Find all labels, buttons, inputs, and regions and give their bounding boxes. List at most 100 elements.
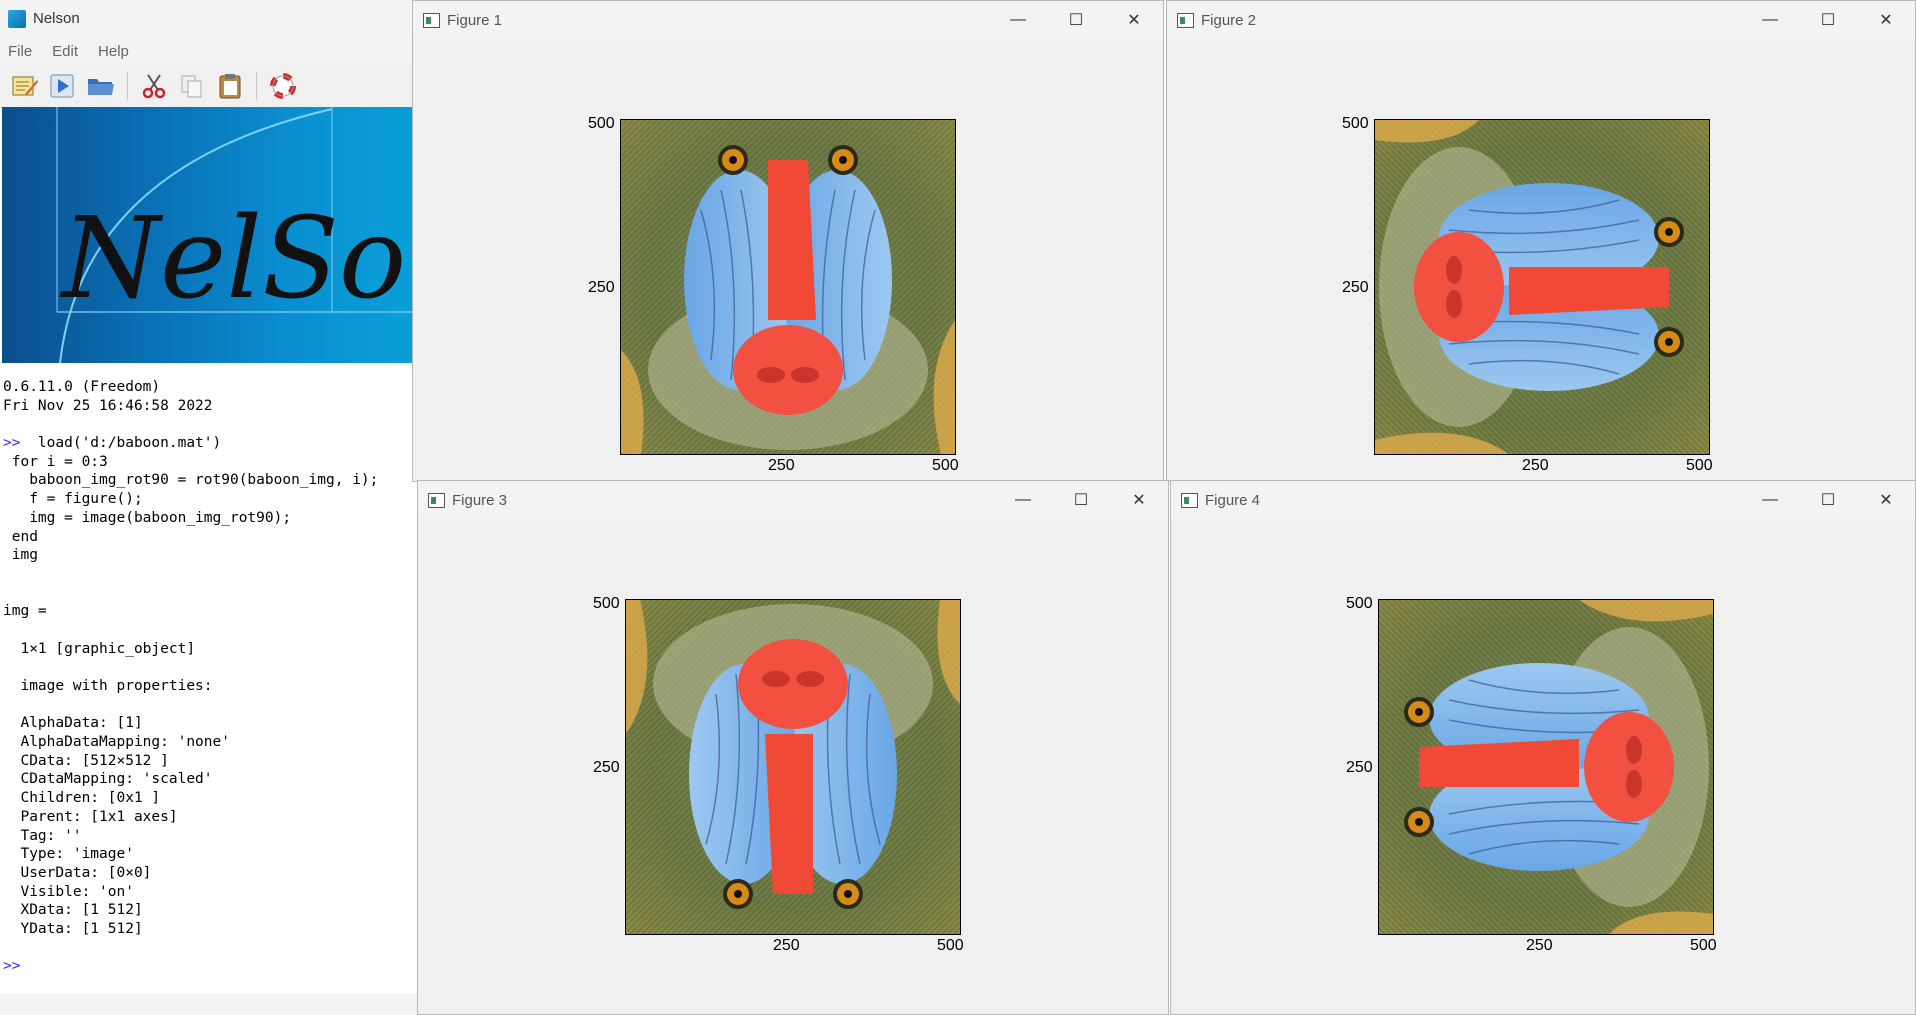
console-line: UserData: [0×0] bbox=[3, 864, 418, 883]
minimize-button[interactable]: — bbox=[989, 1, 1047, 39]
run-icon[interactable] bbox=[48, 71, 78, 101]
console-text: Children: [0x1 ] bbox=[3, 790, 161, 807]
banner-logo-text: NelSon bbox=[59, 194, 418, 324]
figure-titlebar[interactable]: Figure 2 — ☐ ✕ bbox=[1167, 1, 1915, 39]
figure-title: Figure 3 bbox=[452, 491, 508, 509]
y-tick-label: 250 bbox=[593, 759, 620, 776]
console-line: Parent: [1x1 axes] bbox=[3, 808, 418, 827]
image-axes[interactable] bbox=[625, 599, 961, 935]
menu-file[interactable]: File bbox=[8, 43, 32, 60]
console-text: baboon_img_rot90 = rot90(baboon_img, i); bbox=[3, 472, 379, 489]
console-text: img bbox=[3, 547, 38, 564]
figure-window[interactable]: Figure 2 — ☐ ✕ 500 250 250 500 bbox=[1166, 0, 1916, 482]
image-axes[interactable] bbox=[620, 119, 956, 455]
maximize-icon: ☐ bbox=[1820, 492, 1836, 509]
baboon-image bbox=[621, 120, 955, 454]
console-line: CDataMapping: 'scaled' bbox=[3, 770, 418, 789]
console-line: for i = 0:3 bbox=[3, 453, 418, 472]
console-text: for i = 0:3 bbox=[3, 453, 108, 470]
menu-help[interactable]: Help bbox=[98, 43, 129, 60]
close-icon: ✕ bbox=[1879, 492, 1893, 509]
figure-window[interactable]: Figure 3 — ☐ ✕ 500 250 250 500 bbox=[417, 480, 1169, 1015]
console-line: Tag: '' bbox=[3, 827, 418, 846]
maximize-button[interactable]: ☐ bbox=[1799, 1, 1857, 39]
console-text: load('d:/baboon.mat') bbox=[20, 435, 222, 452]
console-line: Type: 'image' bbox=[3, 845, 418, 864]
minimize-button[interactable]: — bbox=[1741, 1, 1799, 39]
console-line: AlphaDataMapping: 'none' bbox=[3, 733, 418, 752]
console-text: AlphaDataMapping: 'none' bbox=[3, 734, 230, 751]
y-tick-label: 500 bbox=[1342, 115, 1369, 132]
x-tick-label: 500 bbox=[1690, 937, 1717, 954]
cut-icon[interactable] bbox=[139, 71, 169, 101]
x-tick-label: 500 bbox=[1686, 457, 1713, 474]
console-line: Visible: 'on' bbox=[3, 883, 418, 902]
menubar: File Edit Help bbox=[0, 37, 420, 65]
toolbar-separator bbox=[127, 72, 128, 100]
console-line: Children: [0x1 ] bbox=[3, 789, 418, 808]
nelson-main-window: Nelson File Edit Help NelSo 0.6.11.0 (Fr… bbox=[0, 0, 420, 1015]
close-icon: ✕ bbox=[1879, 12, 1893, 29]
maximize-button[interactable]: ☐ bbox=[1799, 481, 1857, 519]
copy-icon[interactable] bbox=[177, 71, 207, 101]
figure-window[interactable]: Figure 4 — ☐ ✕ 500 250 250 500 bbox=[1170, 480, 1916, 1015]
menu-edit[interactable]: Edit bbox=[52, 43, 78, 60]
maximize-icon: ☐ bbox=[1068, 12, 1084, 29]
figure-window-icon bbox=[1177, 12, 1194, 28]
figure-titlebar[interactable]: Figure 3 — ☐ ✕ bbox=[418, 481, 1168, 519]
baboon-image bbox=[1379, 600, 1713, 934]
console-output[interactable]: 0.6.11.0 (Freedom) Fri Nov 25 16:46:58 20… bbox=[3, 378, 418, 976]
minimize-icon: — bbox=[1015, 491, 1031, 508]
minimize-button[interactable]: — bbox=[1741, 481, 1799, 519]
image-axes[interactable] bbox=[1374, 119, 1710, 455]
maximize-button[interactable]: ☐ bbox=[1047, 1, 1105, 39]
baboon-image bbox=[1375, 120, 1709, 454]
console-line: XData: [1 512] bbox=[3, 901, 418, 920]
close-button[interactable]: ✕ bbox=[1105, 1, 1163, 39]
nelson-titlebar: Nelson bbox=[0, 0, 420, 37]
console-text: CData: [512×512 ] bbox=[3, 752, 169, 769]
toolbar-separator bbox=[256, 72, 257, 100]
nelson-title: Nelson bbox=[33, 10, 80, 27]
console-text: img = bbox=[3, 603, 47, 620]
paste-icon[interactable] bbox=[215, 71, 245, 101]
close-icon: ✕ bbox=[1132, 492, 1146, 509]
x-tick-label: 500 bbox=[932, 457, 959, 474]
x-tick-label: 250 bbox=[773, 937, 800, 954]
baboon-image bbox=[626, 600, 960, 934]
console-text: XData: [1 512] bbox=[3, 902, 143, 919]
console-line: 0.6.11.0 (Freedom) bbox=[3, 378, 418, 397]
figure-titlebar[interactable]: Figure 1 — ☐ ✕ bbox=[413, 1, 1163, 39]
console-text: AlphaData: [1] bbox=[3, 715, 143, 732]
console-text: image with properties: bbox=[3, 678, 213, 694]
console-line: image with properties: bbox=[3, 677, 418, 696]
console-text: 0.6.11.0 (Freedom) bbox=[3, 379, 161, 395]
image-axes[interactable] bbox=[1378, 599, 1714, 935]
close-button[interactable]: ✕ bbox=[1110, 481, 1168, 519]
minimize-button[interactable]: — bbox=[994, 481, 1052, 519]
open-folder-icon[interactable] bbox=[86, 71, 116, 101]
close-button[interactable]: ✕ bbox=[1857, 481, 1915, 519]
figure-titlebar[interactable]: Figure 4 — ☐ ✕ bbox=[1171, 481, 1915, 519]
console-text: Type: 'image' bbox=[3, 846, 134, 863]
new-editor-icon[interactable] bbox=[10, 71, 40, 101]
console-text: Tag: '' bbox=[3, 827, 82, 844]
console-text: YData: [1 512] bbox=[3, 920, 143, 937]
close-icon: ✕ bbox=[1127, 12, 1141, 29]
help-lifebuoy-icon[interactable] bbox=[268, 71, 298, 101]
console-text: end bbox=[3, 528, 38, 545]
x-tick-label: 250 bbox=[1522, 457, 1549, 474]
nelson-banner: NelSon bbox=[2, 107, 418, 363]
figure-title: Figure 4 bbox=[1205, 491, 1261, 509]
console-line: >> load('d:/baboon.mat') bbox=[3, 434, 418, 453]
close-button[interactable]: ✕ bbox=[1857, 1, 1915, 39]
figure-window[interactable]: Figure 1 — ☐ ✕ 500 250 250 500 bbox=[412, 0, 1164, 482]
console-line: 1×1 [graphic_object] bbox=[3, 640, 418, 659]
maximize-button[interactable]: ☐ bbox=[1052, 481, 1110, 519]
figure-window-icon bbox=[1181, 492, 1198, 508]
